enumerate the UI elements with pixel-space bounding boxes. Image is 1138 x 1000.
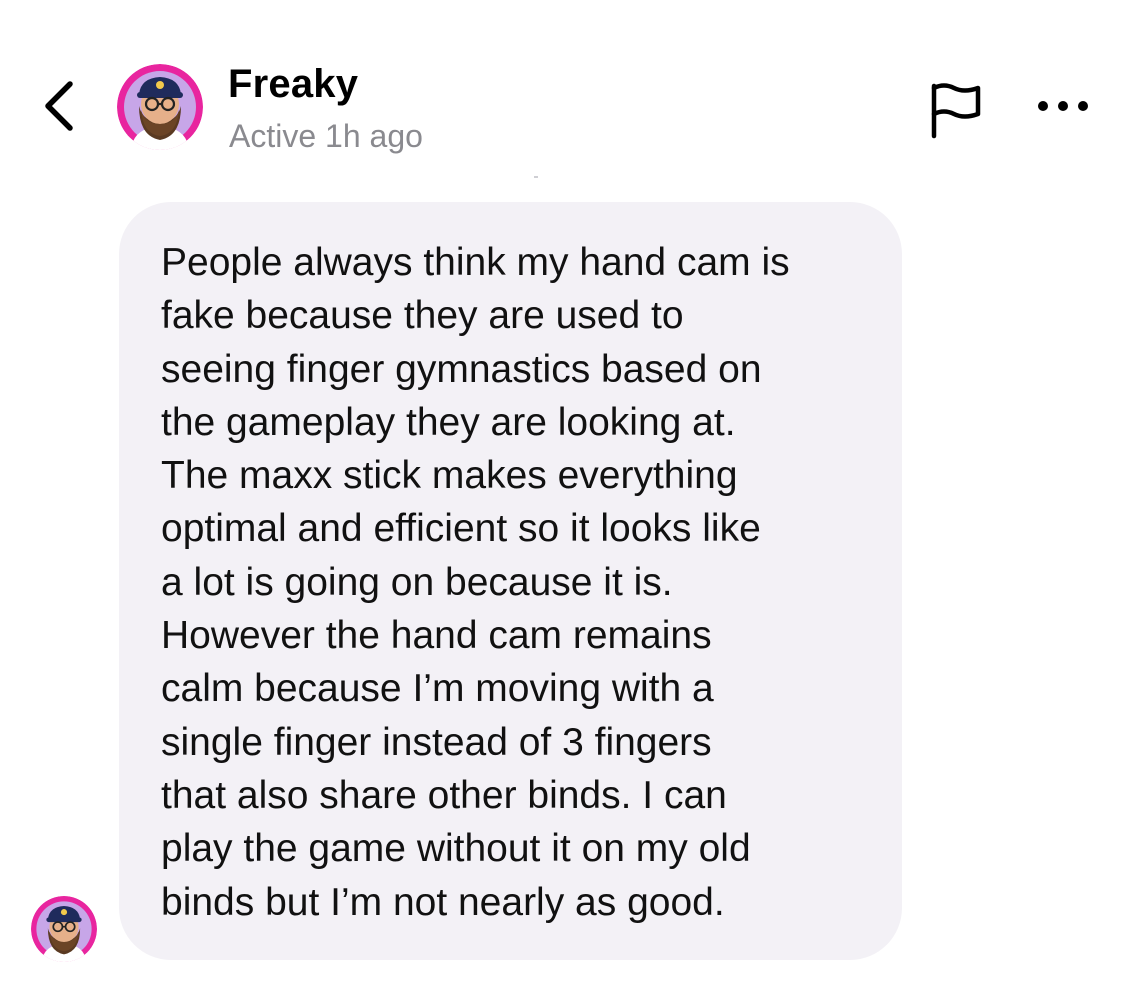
- chevron-left-icon: [45, 81, 73, 131]
- back-button[interactable]: [32, 74, 88, 138]
- contact-name[interactable]: Freaky: [228, 62, 358, 107]
- message-text: People always think my hand cam is fake …: [161, 241, 790, 924]
- contact-avatar[interactable]: [117, 64, 203, 150]
- chat-header: Freaky Active 1h ago: [0, 0, 1138, 175]
- avatar-image: [31, 896, 97, 962]
- message-bubble[interactable]: People always think my hand cam is fake …: [119, 202, 902, 960]
- avatar-image: [117, 64, 203, 150]
- more-options-button[interactable]: [1030, 84, 1096, 128]
- divider-mark: [534, 176, 538, 178]
- flag-icon: [931, 83, 981, 139]
- active-status: Active 1h ago: [229, 118, 423, 154]
- more-horizontal-icon: [1038, 101, 1088, 111]
- sender-avatar[interactable]: [31, 896, 97, 962]
- report-button[interactable]: [922, 76, 988, 142]
